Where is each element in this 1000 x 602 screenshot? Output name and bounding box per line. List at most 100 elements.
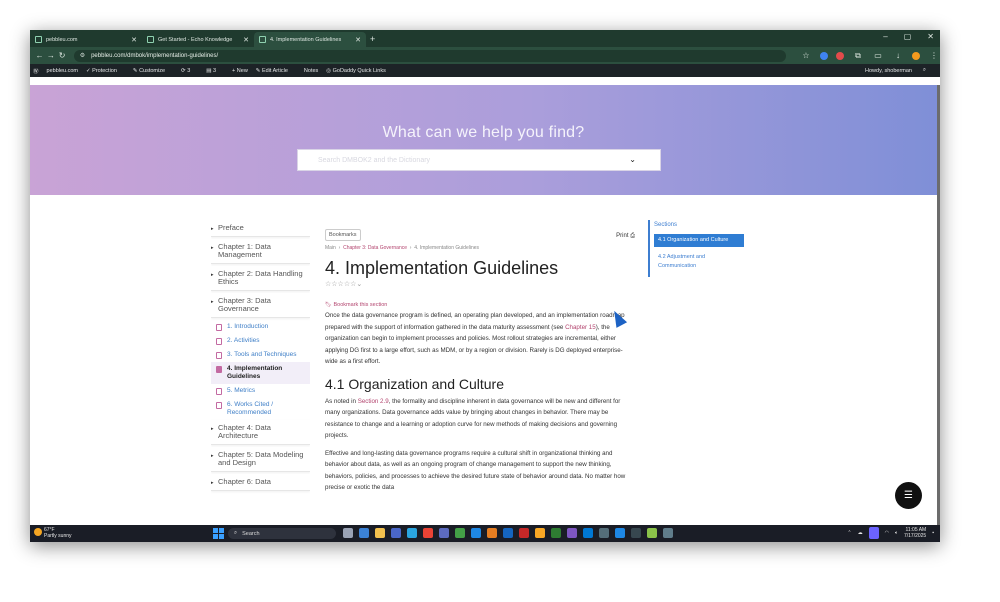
wp-customize[interactable]: ✎ Customize [133,68,173,74]
weather-widget[interactable]: 67°F Partly sunny [34,527,72,539]
section-link-organization[interactable]: 4.1 Organization and Culture [654,234,744,247]
extension-icon[interactable] [819,51,828,60]
close-window-button[interactable]: ✕ [927,32,934,41]
chrome-icon[interactable] [423,528,433,538]
wp-howdy[interactable]: Howdy, shoberman [865,68,912,74]
start-button[interactable] [213,528,224,539]
chapter-15-link[interactable]: Chapter 15 [565,324,596,331]
tab-pebbleu[interactable]: pebbleu.com ✕ [30,32,142,47]
toc-chapter-2[interactable]: Chapter 2: Data Handling Ethics [211,266,310,291]
profile-avatar[interactable] [911,51,920,60]
chevron-down-icon[interactable]: ⌄ [356,281,362,288]
new-tab-button[interactable]: + [370,34,375,44]
excel-icon[interactable] [551,528,561,538]
breadcrumb-main[interactable]: Main [325,245,336,251]
app-icon[interactable] [455,528,465,538]
toc-article-introduction[interactable]: 1. Introduction [211,320,310,334]
clock[interactable]: 11:05 AM 7/17/2025 [904,527,926,539]
toc-chapter-6[interactable]: Chapter 6: Data [211,474,310,491]
toc-chapter-3[interactable]: Chapter 3: Data Governance [211,293,310,318]
app-icon[interactable] [487,528,497,538]
star-icons[interactable]: ☆☆☆☆☆ [325,281,356,288]
breadcrumb-chapter[interactable]: Chapter 3: Data Governance [343,245,407,251]
address-bar[interactable]: ⚙ pebbleu.com/dmbok/implementation-guide… [73,49,786,62]
edge-icon[interactable] [359,528,369,538]
maximize-button[interactable]: ▢ [904,32,912,41]
app-icon[interactable] [391,528,401,538]
tab-implementation-guidelines[interactable]: 4. Implementation Guidelines ✕ [254,32,366,47]
puzzle-icon[interactable]: ⧉ [852,51,864,61]
wp-protection[interactable]: ✓ Protection [86,68,125,74]
bookmark-section-link[interactable]: 🔖︎ Bookmark this section [325,302,635,308]
file-explorer-icon[interactable] [375,528,385,538]
toc-chapter-preface[interactable]: Preface [211,220,310,237]
clock-app-icon[interactable] [599,528,609,538]
toc-chapter-4[interactable]: Chapter 4: Data Architecture [211,420,310,445]
wp-new[interactable]: + New [232,68,248,74]
outlook-icon[interactable] [583,528,593,538]
app-icon[interactable] [647,528,657,538]
tab-get-started[interactable]: Get Started - Echo Knowledge ✕ [142,32,254,47]
notification-icon[interactable]: ▪ [932,530,934,536]
taskbar-search[interactable]: ⌕ Search [228,528,336,539]
bookmarks-button[interactable]: Bookmarks [325,229,361,241]
microphone-icon[interactable] [868,527,879,539]
toc-chapter-1[interactable]: Chapter 1: Data Management [211,239,310,264]
sidepanel-icon[interactable]: ▭ [872,51,884,60]
toc-menu-button[interactable]: ☰ [895,482,922,509]
acrobat-icon[interactable] [519,528,529,538]
toc-article-implementation[interactable]: 4. Implementation Guidelines [211,362,310,384]
adblock-icon[interactable] [835,51,844,60]
app-icon[interactable] [663,528,673,538]
toc-article-activities[interactable]: 2. Activities [211,334,310,348]
chevron-up-icon[interactable]: ⌃ [847,530,851,536]
wp-site-name[interactable]: pebbleu.com [47,68,79,74]
task-view-icon[interactable] [343,528,353,538]
wp-edit-article[interactable]: ✎ Edit Article [256,68,296,74]
bookmark-star-icon[interactable]: ☆ [800,51,812,60]
back-icon[interactable]: ← [34,51,45,60]
forward-icon[interactable]: → [45,51,56,60]
search-hero: What can we help you find? Search DMBOK2… [30,85,937,195]
wp-notes[interactable]: Notes [304,68,318,74]
app-icon[interactable] [535,528,545,538]
app-icon[interactable] [439,528,449,538]
toc-article-tools[interactable]: 3. Tools and Techniques [211,348,310,362]
wp-comments[interactable]: ▤ 3 [206,68,224,74]
speaker-icon[interactable]: 🔈︎ [895,530,898,536]
toc-article-works-cited[interactable]: 6. Works Cited / Recommended [211,398,310,420]
app-icon[interactable] [407,528,417,538]
document-icon [216,388,222,395]
page-scrollbar[interactable] [937,85,940,525]
toc-chapter-5[interactable]: Chapter 5: Data Modeling and Design [211,447,310,472]
section-2-9-link[interactable]: Section 2.9 [358,398,389,405]
wp-search-icon[interactable]: ⌕ [923,67,926,74]
menu-icon[interactable]: ⋮ [928,51,940,60]
close-tab-icon[interactable]: ✕ [131,36,137,44]
knowledge-search-input[interactable]: Search DMBOK2 and the Dictionary ⌄ [297,149,661,171]
close-tab-icon[interactable]: ✕ [355,36,361,44]
rating-stars[interactable]: ☆☆☆☆☆⌄ [325,280,635,288]
print-button[interactable]: Print ⎙ [616,233,635,240]
windows-taskbar: 67°F Partly sunny ⌕ Search ⌃ ☁ ◠ 🔈︎ 11:0… [30,525,940,542]
app-icon[interactable] [471,528,481,538]
app-icon[interactable] [567,528,577,538]
close-tab-icon[interactable]: ✕ [243,36,249,44]
minimize-button[interactable]: – [883,32,887,41]
app-icon[interactable] [615,528,625,538]
wp-updates[interactable]: ⟳ 3 [181,68,198,74]
toc-article-metrics[interactable]: 5. Metrics [211,384,310,398]
browser-toolbar: ← → ↻ ⚙ pebbleu.com/dmbok/implementation… [30,47,940,64]
reload-icon[interactable]: ↻ [56,51,67,60]
wp-logo-icon[interactable]: Ⓦ [33,67,39,75]
download-icon[interactable]: ↓ [892,51,904,60]
cloud-icon[interactable]: ☁ [858,530,863,536]
weather-text: Partly sunny [44,533,72,539]
chevron-down-icon[interactable]: ⌄ [629,155,636,164]
app-icon[interactable] [631,528,641,538]
site-info-icon[interactable]: ⚙ [80,52,85,59]
section-link-adjustment[interactable]: 4.2 Adjustment and Communication [654,251,744,273]
word-icon[interactable] [503,528,513,538]
wp-godaddy[interactable]: ◎ GoDaddy Quick Links [326,68,394,74]
wifi-icon[interactable]: ◠ [885,530,889,536]
